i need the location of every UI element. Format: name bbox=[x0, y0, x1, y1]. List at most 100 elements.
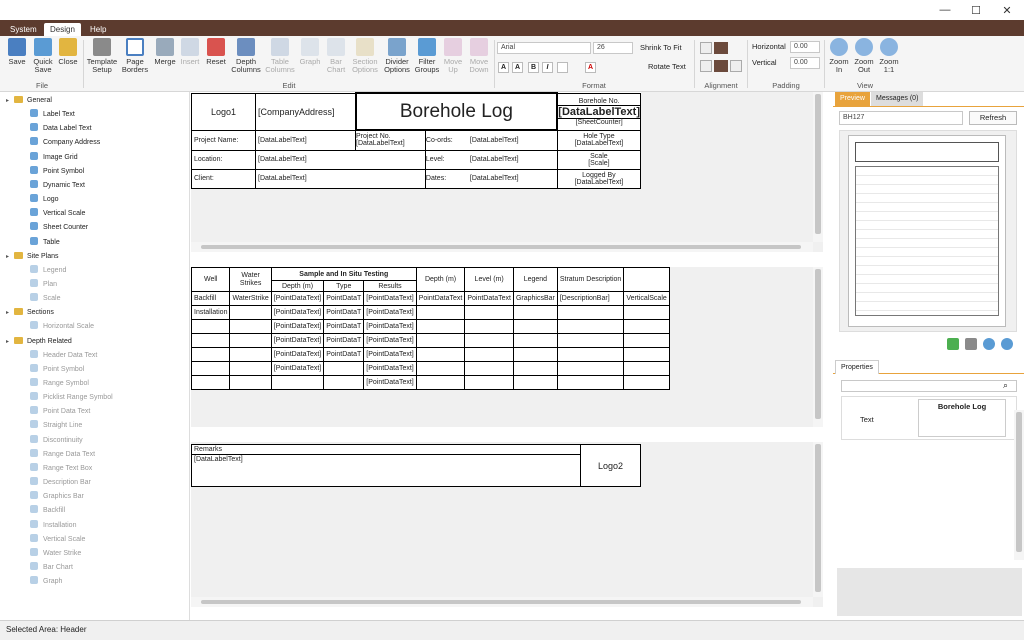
col-depth-m-cell[interactable]: [PointDataText] bbox=[270, 291, 325, 306]
water-cell[interactable] bbox=[229, 375, 272, 390]
hole-type-cell[interactable]: Hole Type [DataLabelText] bbox=[556, 129, 642, 151]
zoom-1-1-button[interactable]: Zoom 1:1 bbox=[877, 38, 901, 74]
fit-icon[interactable] bbox=[947, 338, 959, 350]
tab-messages[interactable]: Messages (0) bbox=[871, 92, 924, 106]
tree-item[interactable]: Image Grid bbox=[30, 151, 78, 165]
tree-item[interactable]: Header Data Text bbox=[30, 349, 97, 363]
expand-icon[interactable]: ▸ bbox=[6, 306, 14, 320]
legend-cell[interactable] bbox=[512, 361, 558, 376]
depth-m-cell[interactable]: [PointDataText] bbox=[270, 305, 325, 320]
tree-item[interactable]: Description Bar bbox=[30, 476, 91, 490]
location-value[interactable]: [DataLabelText] bbox=[255, 149, 426, 170]
col-type-cell[interactable]: PointDataT bbox=[323, 291, 365, 306]
tree-item[interactable]: Logo bbox=[30, 193, 59, 207]
stratum-cell[interactable] bbox=[556, 347, 625, 362]
col-scale[interactable] bbox=[623, 267, 670, 292]
depth-m-cell[interactable]: [PointDataText] bbox=[270, 361, 325, 376]
scale-cell[interactable] bbox=[623, 375, 670, 390]
type-cell[interactable]: PointDataT bbox=[323, 333, 365, 348]
quick-save-button[interactable]: Quick Save bbox=[30, 38, 56, 74]
shrink-font-button[interactable]: A bbox=[512, 62, 523, 73]
tree-item[interactable]: Graph bbox=[30, 575, 62, 589]
tree-item[interactable]: Data Label Text bbox=[30, 122, 92, 136]
level-cell[interactable] bbox=[464, 333, 514, 348]
footer-table[interactable]: Remarks Logo2 [DataLabelText] bbox=[191, 444, 641, 487]
well-cell[interactable] bbox=[190, 347, 231, 362]
tree-folder[interactable]: ▸ General bbox=[6, 94, 52, 108]
tree-item[interactable]: Scale bbox=[30, 292, 61, 306]
align-center-button[interactable] bbox=[700, 60, 712, 72]
footer-vscroll[interactable] bbox=[813, 442, 823, 597]
bar-chart-button[interactable]: Bar Chart bbox=[324, 38, 348, 74]
tree-item[interactable]: Sheet Counter bbox=[30, 221, 88, 235]
scale-cell[interactable] bbox=[623, 347, 670, 362]
dates-cell[interactable]: Dates: [DataLabelText] bbox=[424, 168, 558, 189]
col-water-cell[interactable]: WaterStrike bbox=[229, 291, 272, 306]
type-cell[interactable]: PointDataT bbox=[323, 347, 365, 362]
preview-zoom-in-icon[interactable] bbox=[983, 338, 995, 350]
col-type[interactable]: Type bbox=[323, 280, 365, 292]
logo1-cell[interactable]: Logo1 bbox=[191, 92, 256, 131]
minimize-button[interactable]: — bbox=[930, 0, 960, 20]
stratum-cell[interactable] bbox=[556, 333, 625, 348]
move-up-button[interactable]: Move Up bbox=[442, 38, 464, 74]
borders-button[interactable] bbox=[557, 62, 568, 73]
header-table[interactable]: Logo1 [CompanyAddress] Borehole Log Bore… bbox=[191, 92, 642, 189]
depth-m-cell[interactable] bbox=[270, 375, 325, 390]
tree-item[interactable]: Range Data Text bbox=[30, 448, 95, 462]
section-options-button[interactable]: Section Options bbox=[350, 38, 380, 74]
shrink-to-fit-button[interactable]: Shrink To Fit bbox=[640, 43, 682, 52]
col-stratum[interactable]: Stratum Description bbox=[556, 267, 625, 292]
water-cell[interactable] bbox=[229, 361, 272, 376]
divider-options-button[interactable]: Divider Options bbox=[382, 38, 412, 74]
close-button[interactable]: Close bbox=[56, 38, 80, 66]
coords-cell[interactable]: Co-ords: [DataLabelText] bbox=[424, 129, 558, 151]
results-cell[interactable]: [PointDataText] bbox=[363, 375, 417, 390]
tree-item[interactable]: Horizontal Scale bbox=[30, 320, 94, 334]
insert-button[interactable]: Insert bbox=[178, 38, 202, 66]
scale-cell[interactable] bbox=[623, 305, 670, 320]
scale-cell[interactable]: Scale [Scale] bbox=[556, 149, 642, 170]
borehole-select[interactable]: BH127 bbox=[839, 111, 963, 125]
col-scale-cell[interactable]: VerticalScale bbox=[623, 291, 670, 306]
tree-item[interactable]: Backfill bbox=[30, 504, 65, 518]
level-cell[interactable]: Level: [DataLabelText] bbox=[424, 149, 558, 170]
water-cell[interactable] bbox=[229, 319, 272, 334]
header-vscroll[interactable] bbox=[813, 92, 823, 242]
tree-item[interactable]: Vertical Scale bbox=[30, 207, 85, 221]
fill-color-button[interactable] bbox=[714, 42, 728, 54]
tree-item[interactable]: Plan bbox=[30, 278, 57, 292]
legend-cell[interactable] bbox=[512, 375, 558, 390]
scale-cell[interactable] bbox=[623, 361, 670, 376]
col-depth-cell[interactable]: PointDataText bbox=[415, 291, 466, 306]
col-water-strikes[interactable]: Water Strikes bbox=[229, 267, 272, 292]
fill-color-2-button[interactable] bbox=[714, 60, 728, 72]
footer-hscroll[interactable] bbox=[191, 597, 813, 607]
water-cell[interactable] bbox=[229, 347, 272, 362]
refresh-button[interactable]: Refresh bbox=[969, 111, 1017, 125]
client-value[interactable]: [DataLabelText] bbox=[255, 168, 426, 189]
depth-cell[interactable] bbox=[415, 305, 466, 320]
font-color-button[interactable]: A bbox=[585, 62, 596, 73]
prop-value-input[interactable]: Borehole Log bbox=[918, 399, 1006, 437]
col-well-cell[interactable]: Backfill bbox=[190, 291, 231, 306]
tree-item[interactable]: Discontinuity bbox=[30, 434, 83, 448]
preview-area[interactable] bbox=[839, 130, 1017, 332]
tab-help[interactable]: Help bbox=[84, 23, 112, 36]
tree-item[interactable]: Vertical Scale bbox=[30, 533, 85, 547]
col-level[interactable]: Level (m) bbox=[464, 267, 514, 292]
zoom-out-button[interactable]: Zoom Out bbox=[852, 38, 876, 74]
move-down-button[interactable]: Move Down bbox=[466, 38, 492, 74]
col-stratum-cell[interactable]: [DescriptionBar] bbox=[556, 291, 625, 306]
remarks-value[interactable]: [DataLabelText] bbox=[191, 454, 581, 487]
well-cell[interactable] bbox=[190, 361, 231, 376]
col-legend[interactable]: Legend bbox=[512, 267, 558, 292]
level-cell[interactable] bbox=[464, 347, 514, 362]
font-size-select[interactable]: 26 bbox=[593, 42, 633, 54]
tree-item[interactable]: Table bbox=[30, 236, 60, 250]
tree-item[interactable]: Point Data Text bbox=[30, 405, 90, 419]
legend-cell[interactable] bbox=[512, 305, 558, 320]
tree-folder[interactable]: ▸ Depth Related bbox=[6, 335, 72, 349]
vertical-padding-input[interactable]: 0.00 bbox=[790, 57, 820, 69]
expand-icon[interactable]: ▸ bbox=[6, 250, 14, 264]
